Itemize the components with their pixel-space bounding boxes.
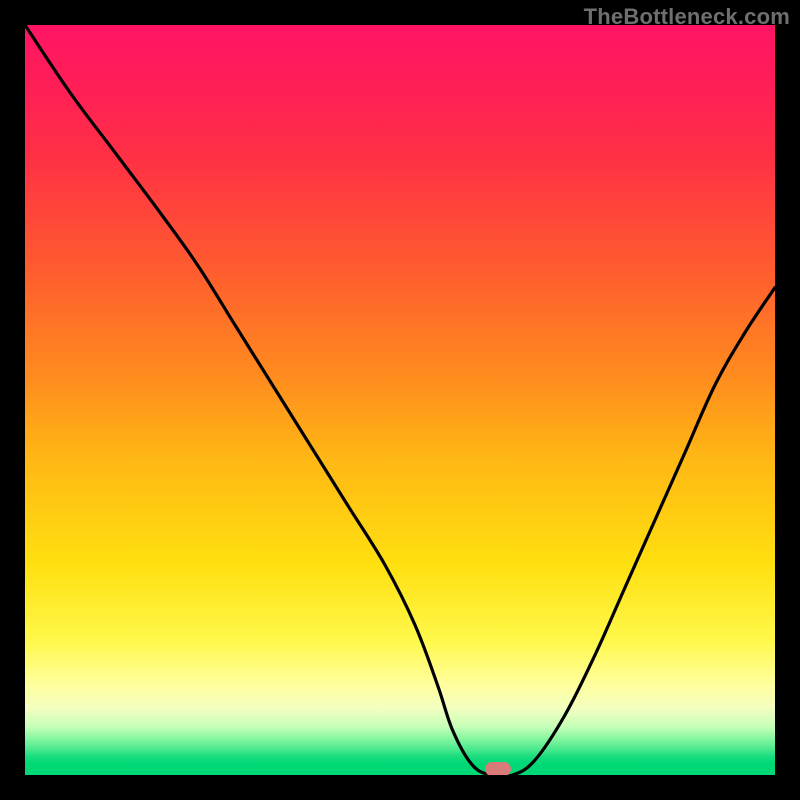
plot-area	[25, 25, 775, 775]
curve-svg	[25, 25, 775, 775]
bottleneck-curve-path	[25, 25, 775, 775]
chart-frame: TheBottleneck.com	[0, 0, 800, 800]
watermark-text: TheBottleneck.com	[584, 4, 790, 30]
optimal-point-marker	[485, 762, 511, 775]
